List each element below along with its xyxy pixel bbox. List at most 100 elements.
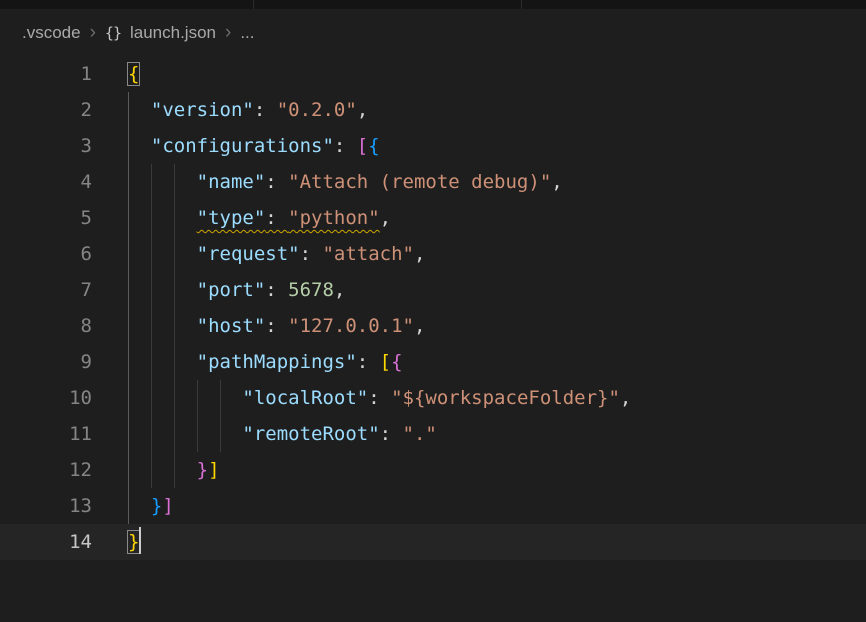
code-line[interactable]: 10 "localRoot": "${workspaceFolder}", [0, 380, 866, 416]
tab-bar [0, 0, 866, 9]
indent-guide [128, 128, 151, 164]
line-number[interactable]: 6 [0, 236, 92, 272]
code-line-content: } [128, 524, 141, 560]
code-token: "type" [197, 207, 266, 229]
code-line[interactable]: 2 "version": "0.2.0", [0, 92, 866, 128]
line-number[interactable]: 7 [0, 272, 92, 308]
code-line[interactable]: 4 "name": "Attach (remote debug)", [0, 164, 866, 200]
code-token: "0.2.0" [277, 99, 357, 121]
code-line[interactable]: 1{ [0, 56, 866, 92]
code-token: : [300, 243, 323, 265]
line-number[interactable]: 13 [0, 488, 92, 524]
tab-separator [253, 0, 254, 9]
code-token: "configurations" [151, 135, 334, 157]
code-token: , [380, 207, 391, 229]
code-token: [ [380, 351, 391, 373]
code-token: "Attach (remote debug)" [288, 171, 551, 193]
code-line[interactable]: 9"pathMappings": [{ [0, 344, 866, 380]
code-token: , [620, 387, 631, 409]
line-number[interactable]: 12 [0, 452, 92, 488]
chevron-right-icon: › [90, 23, 96, 42]
line-number[interactable]: 14 [0, 524, 92, 560]
code-line[interactable]: 12}] [0, 452, 866, 488]
indent-guide [128, 272, 151, 308]
code-token: , [414, 243, 425, 265]
breadcrumb-file[interactable]: launch.json [130, 23, 216, 43]
code-token: : [265, 315, 288, 337]
code-token: { [391, 351, 402, 373]
matched-bracket: } [128, 531, 139, 553]
code-token: "host" [197, 315, 266, 337]
text-cursor [139, 527, 141, 554]
indent-guide [174, 236, 197, 272]
code-line[interactable]: 14} [0, 524, 866, 560]
code-line-content: "name": "Attach (remote debug)", [128, 164, 563, 200]
indent-guide [220, 416, 243, 452]
code-token: "attach" [322, 243, 414, 265]
code-token: ] [208, 459, 219, 481]
code-editor[interactable]: 1{2"version": "0.2.0",3"configurations":… [0, 56, 866, 560]
code-line-content: "localRoot": "${workspaceFolder}", [128, 380, 631, 416]
line-number[interactable]: 11 [0, 416, 92, 452]
breadcrumb: .vscode › {} launch.json › ... [0, 9, 866, 56]
code-token: , [551, 171, 562, 193]
code-line[interactable]: 13}] [0, 488, 866, 524]
line-number[interactable]: 9 [0, 344, 92, 380]
indent-guide [128, 488, 151, 524]
code-line[interactable]: 3 "configurations": [{ [0, 128, 866, 164]
indent-guide [174, 416, 197, 452]
warning-squiggle: "type": "python" [197, 207, 380, 229]
code-line-content: "host": "127.0.0.1", [128, 308, 425, 344]
line-number[interactable]: 8 [0, 308, 92, 344]
indent-guide [151, 272, 174, 308]
indent-guide [128, 236, 151, 272]
code-line[interactable]: 5 "type": "python", [0, 200, 866, 236]
code-token: : [265, 279, 288, 301]
indent-guide [128, 452, 151, 488]
line-number[interactable]: 2 [0, 92, 92, 128]
code-line-content: "version": "0.2.0", [128, 92, 368, 128]
breadcrumb-folder[interactable]: .vscode [22, 23, 81, 43]
line-number[interactable]: 4 [0, 164, 92, 200]
code-token: "port" [197, 279, 266, 301]
code-token: { [368, 135, 379, 157]
indent-guide [174, 344, 197, 380]
indent-guide [128, 164, 151, 200]
indent-guide [174, 380, 197, 416]
code-token: : [254, 99, 277, 121]
code-line[interactable]: 7"port": 5678, [0, 272, 866, 308]
code-line[interactable]: 6"request": "attach", [0, 236, 866, 272]
code-line-content: }] [128, 488, 174, 524]
code-token: : [265, 207, 288, 229]
line-number[interactable]: 1 [0, 56, 92, 92]
breadcrumb-symbol[interactable]: ... [240, 23, 254, 43]
chevron-right-icon: › [225, 23, 231, 42]
line-number[interactable]: 5 [0, 200, 92, 236]
code-token: : [334, 135, 357, 157]
code-token: "${workspaceFolder}" [391, 387, 620, 409]
code-line-content: "remoteRoot": "." [128, 416, 437, 452]
indent-guide [174, 200, 197, 236]
code-line[interactable]: 11 "remoteRoot": "." [0, 416, 866, 452]
indent-guide [128, 92, 151, 128]
indent-guide [128, 416, 151, 452]
line-number[interactable]: 3 [0, 128, 92, 164]
code-token: , [414, 315, 425, 337]
indent-guide [151, 164, 174, 200]
json-braces-icon: {} [105, 24, 121, 42]
code-token: "." [403, 423, 437, 445]
indent-guide [151, 200, 174, 236]
code-token: , [357, 99, 368, 121]
code-token: 5678 [288, 279, 334, 301]
code-line-content: { [128, 56, 139, 92]
indent-guide [174, 308, 197, 344]
line-number[interactable]: 10 [0, 380, 92, 416]
indent-guide [151, 344, 174, 380]
code-token: : [265, 171, 288, 193]
code-line[interactable]: 8 "host": "127.0.0.1", [0, 308, 866, 344]
indent-guide [197, 380, 220, 416]
code-token: [ [357, 135, 368, 157]
indent-guide [220, 380, 243, 416]
indent-guide [128, 200, 151, 236]
code-token: "version" [151, 99, 254, 121]
